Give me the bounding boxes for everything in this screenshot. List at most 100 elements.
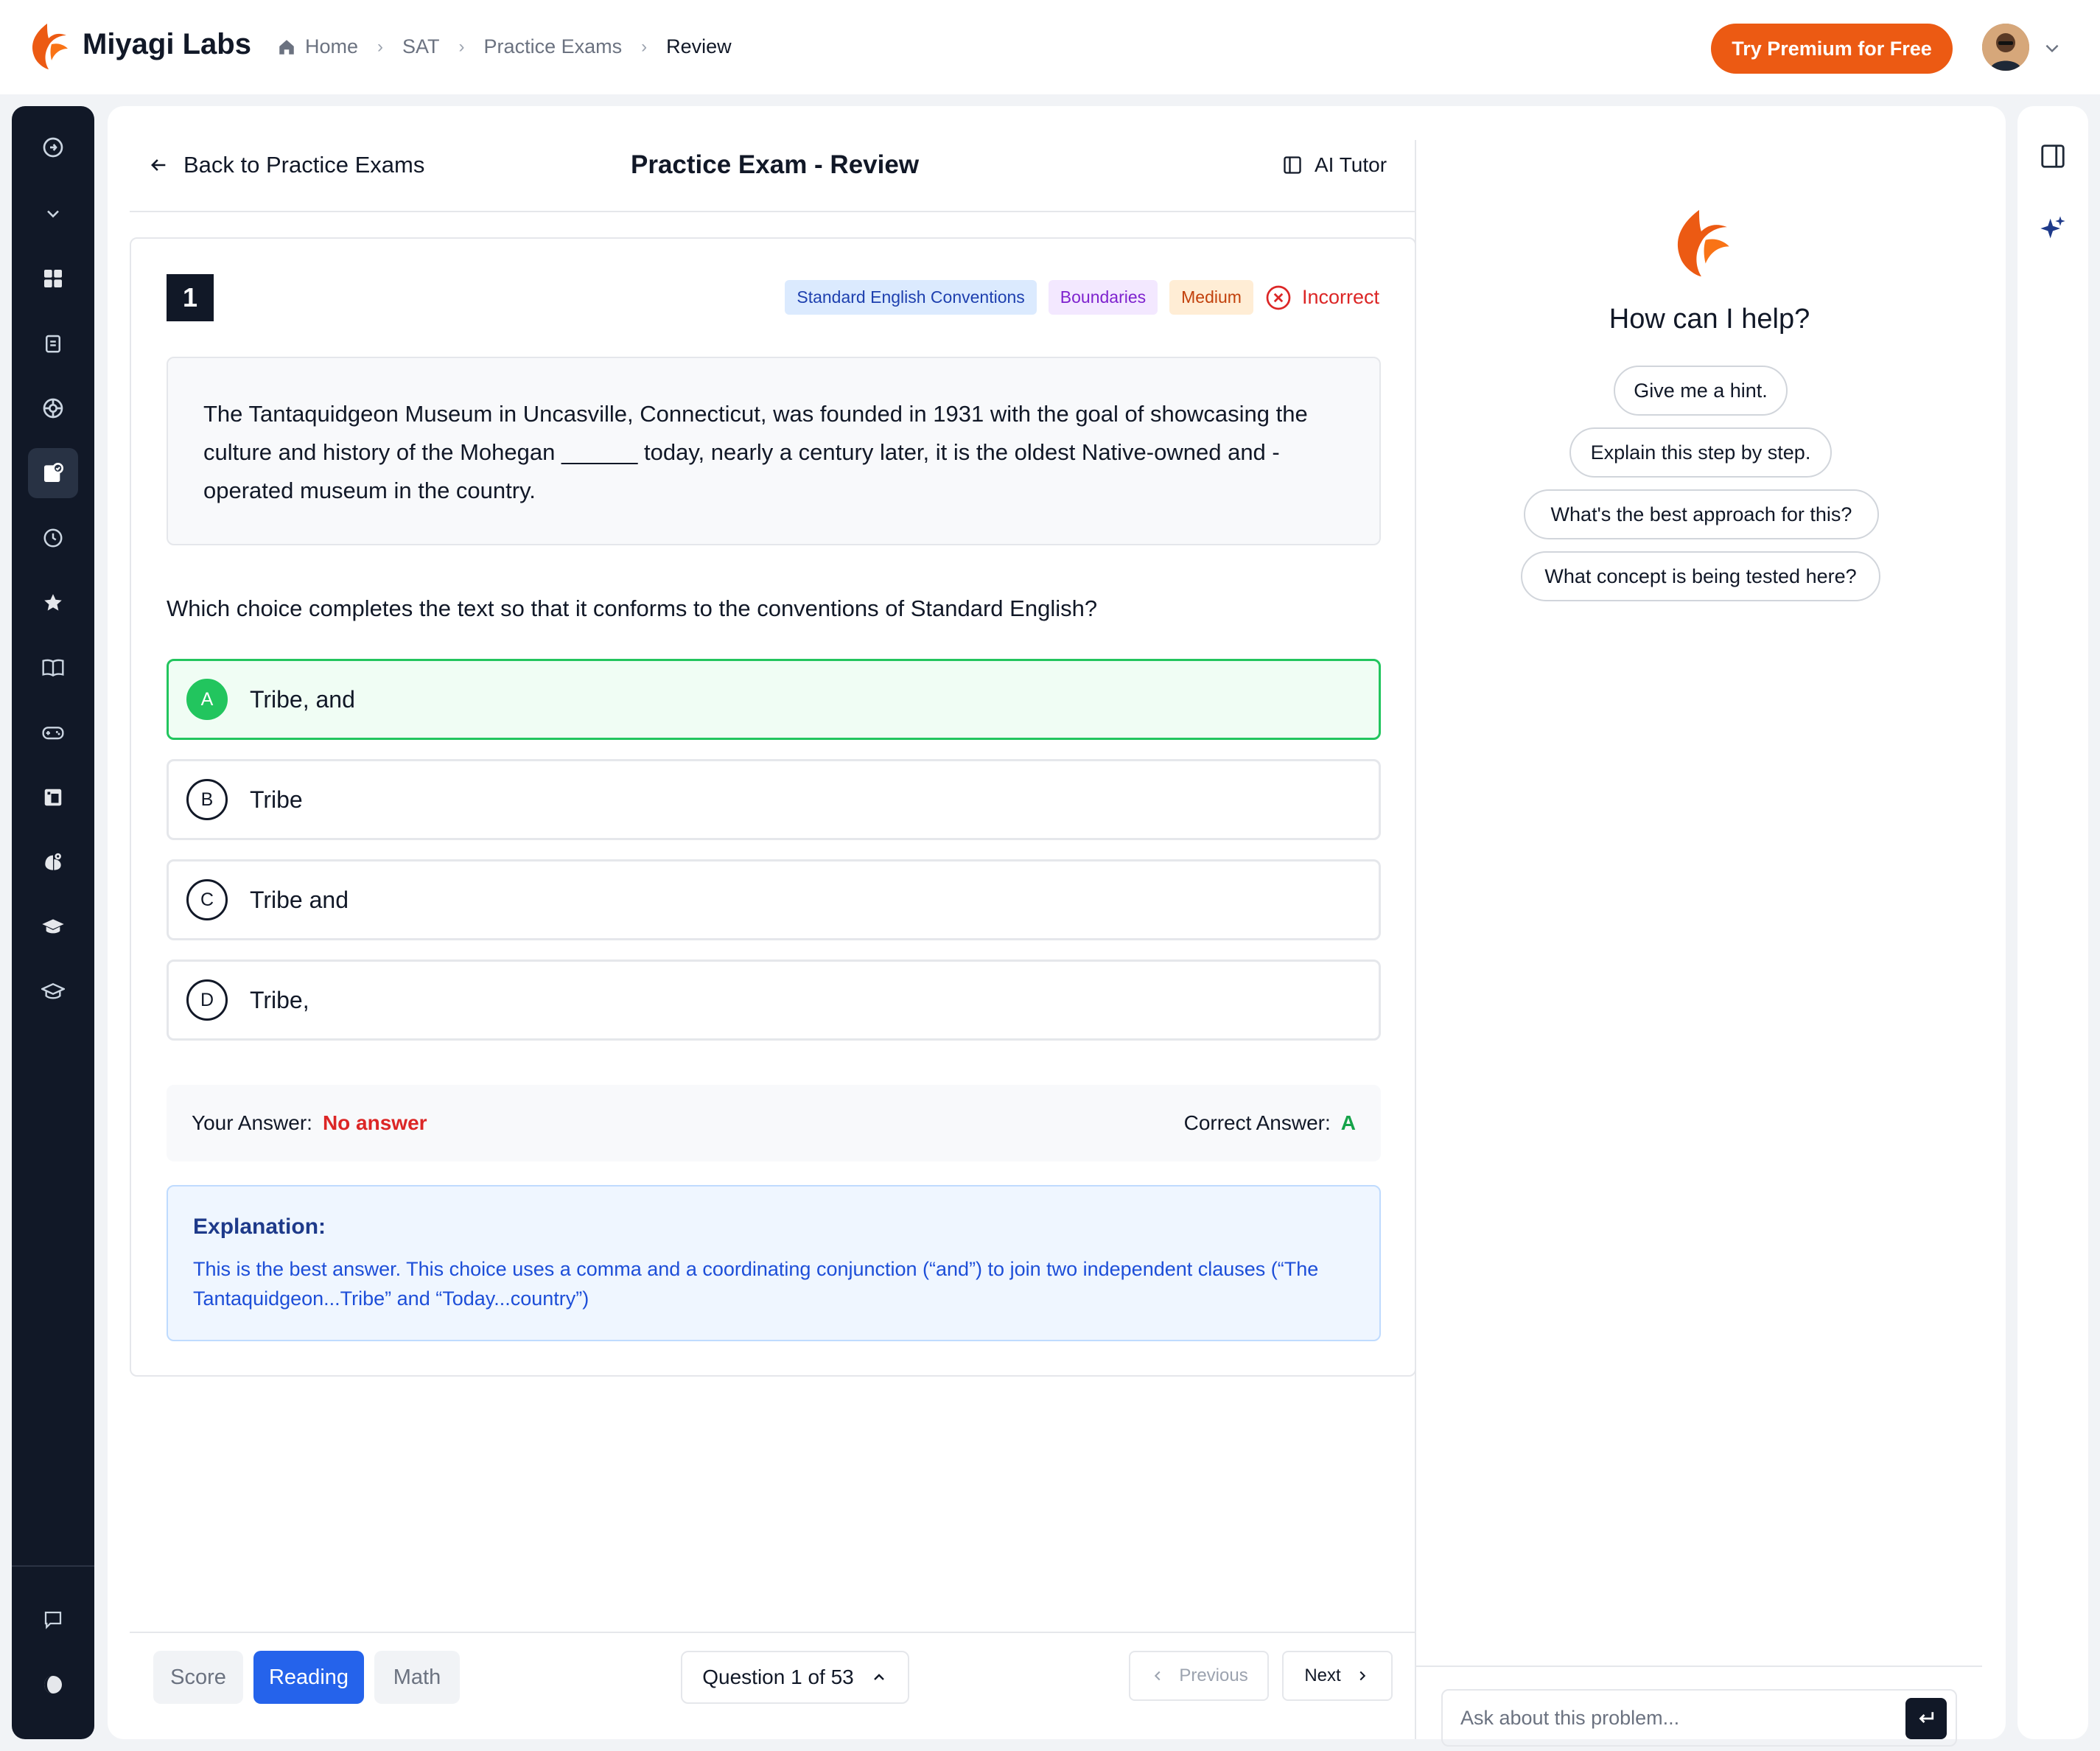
main-panel: Back to Practice Exams Practice Exam - R…: [108, 106, 2006, 1747]
your-answer: Your Answer: No answer: [192, 1111, 427, 1134]
ai-tutor-toggle[interactable]: AI Tutor: [1282, 153, 1387, 177]
choice-letter: B: [186, 779, 228, 820]
suggestion-step-by-step[interactable]: Explain this step by step.: [1569, 427, 1832, 478]
suggestion-concept[interactable]: What concept is being tested here?: [1521, 551, 1880, 601]
history-icon: [43, 528, 63, 548]
sidebar-expand[interactable]: [28, 122, 78, 172]
page-title: Practice Exam - Review: [631, 150, 920, 179]
user-avatar-icon: [1982, 24, 2029, 71]
status-badge: Incorrect: [1265, 284, 1379, 311]
chevron-up-icon: [873, 1674, 884, 1680]
choice-letter: D: [186, 979, 228, 1021]
sidebar-panel-icon: [2041, 144, 2065, 168]
arrow-left-icon: [151, 159, 166, 171]
breadcrumb-practice-exams[interactable]: Practice Exams: [484, 35, 623, 58]
sparkle-icon: [2040, 216, 2065, 239]
suggestion-best-approach[interactable]: What's the best approach for this?: [1524, 489, 1879, 539]
tab-reading[interactable]: Reading: [253, 1651, 364, 1704]
tag-skill: Boundaries: [1048, 280, 1158, 315]
sidebar-item-feedback[interactable]: [28, 1595, 78, 1645]
sidebar-item-assignments[interactable]: [28, 318, 78, 368]
explanation-title: Explanation:: [193, 1214, 326, 1239]
expand-icon: [43, 137, 63, 158]
enter-icon: [1919, 1712, 1934, 1723]
graduation-cap-icon: [42, 919, 64, 934]
panel-icon: [1284, 156, 1301, 174]
target-icon: [43, 398, 63, 419]
breadcrumb-sat[interactable]: SAT: [402, 35, 440, 58]
choice-d[interactable]: D Tribe,: [167, 960, 1381, 1041]
footer-divider: [130, 1632, 1415, 1633]
explanation-box: Explanation: This is the best answer. Th…: [167, 1185, 1381, 1341]
sidebar-item-theme[interactable]: [28, 1660, 78, 1710]
answer-summary: Your Answer: No answer Correct Answer: A: [167, 1085, 1381, 1161]
chevron-right-icon: ›: [377, 36, 384, 57]
correct-answer: Correct Answer: A: [1183, 1111, 1356, 1134]
sidebar-collapse[interactable]: [28, 189, 78, 239]
theme-toggle-icon: [44, 1676, 62, 1694]
next-button[interactable]: Next: [1282, 1651, 1393, 1701]
choice-c[interactable]: C Tribe and: [167, 859, 1381, 940]
sidebar-item-targets[interactable]: [28, 383, 78, 433]
tag-domain: Standard English Conventions: [785, 280, 1037, 315]
sidebar-item-library[interactable]: [28, 643, 78, 693]
brand-name[interactable]: Miyagi Labs: [83, 28, 251, 61]
chevron-down-icon[interactable]: [2043, 38, 2062, 57]
sidebar-item-favorites[interactable]: [28, 578, 78, 628]
question-tags: Standard English Conventions Boundaries …: [785, 280, 1379, 315]
back-to-practice-exams-link[interactable]: Back to Practice Exams: [148, 152, 424, 178]
tab-math[interactable]: Math: [374, 1651, 460, 1704]
chevron-down-icon: [47, 210, 59, 218]
avatar[interactable]: [1982, 24, 2029, 71]
ai-sparkle-button[interactable]: [2035, 211, 2071, 246]
choice-letter: A: [186, 679, 228, 720]
sidebar-item-courses[interactable]: [28, 902, 78, 952]
explanation-text: This is the best answer. This choice use…: [193, 1258, 1319, 1310]
x-circle-icon: [1266, 285, 1291, 310]
tutor-input-divider: [1415, 1666, 1982, 1667]
toggle-panel-button[interactable]: [2035, 139, 2071, 174]
chat-icon: [44, 1611, 62, 1629]
tag-difficulty: Medium: [1169, 280, 1253, 315]
choice-letter: C: [186, 879, 228, 920]
sidebar-item-academics[interactable]: [28, 967, 78, 1017]
top-bar: Miyagi Labs Home › SAT › Practice Exams …: [0, 0, 2100, 94]
choice-a[interactable]: A Tribe, and: [167, 659, 1381, 740]
practice-exams-icon: [44, 463, 63, 482]
sidebar-nav: [12, 106, 94, 1739]
academic-icon: [41, 983, 65, 999]
tutor-logo-icon: [1677, 209, 1729, 277]
sidebar-item-ai-tools[interactable]: [28, 837, 78, 887]
passage-text: The Tantaquidgeon Museum in Uncasville, …: [167, 357, 1381, 545]
question-selector[interactable]: Question 1 of 53: [681, 1651, 909, 1704]
question-card: 1 Standard English Conventions Boundarie…: [130, 237, 1416, 1377]
layout-icon: [44, 789, 62, 806]
previous-button[interactable]: Previous: [1129, 1651, 1269, 1701]
sidebar-item-history[interactable]: [28, 513, 78, 563]
star-icon: [44, 594, 62, 611]
sidebar-item-layouts[interactable]: [28, 772, 78, 822]
clipboard-icon: [46, 335, 60, 353]
breadcrumb-home[interactable]: Home: [277, 35, 358, 58]
right-toolbar: [2017, 106, 2088, 1739]
choice-b[interactable]: B Tribe: [167, 759, 1381, 840]
sidebar-item-games[interactable]: [28, 707, 78, 758]
sidebar-item-dashboard[interactable]: [28, 254, 78, 304]
tutor-input[interactable]: Ask about this problem...: [1441, 1689, 1957, 1747]
tab-score[interactable]: Score: [153, 1651, 243, 1704]
brain-icon: [45, 853, 61, 870]
tutor-heading: How can I help?: [1609, 304, 1810, 335]
try-premium-button[interactable]: Try Premium for Free: [1711, 24, 1953, 74]
send-button[interactable]: [1905, 1698, 1947, 1739]
book-icon: [42, 659, 64, 677]
dashboard-icon: [44, 270, 62, 287]
sidebar-item-practice-exams[interactable]: [28, 448, 78, 498]
choice-text: Tribe: [250, 786, 303, 813]
choice-text: Tribe and: [250, 886, 349, 913]
header-divider: [130, 211, 1415, 212]
sidebar-divider: [12, 1565, 94, 1567]
question-prompt: Which choice completes the text so that …: [167, 595, 1098, 621]
suggestion-hint[interactable]: Give me a hint.: [1614, 366, 1788, 416]
breadcrumb: Home › SAT › Practice Exams › Review: [277, 35, 732, 58]
brand-logo-icon[interactable]: [25, 22, 69, 71]
